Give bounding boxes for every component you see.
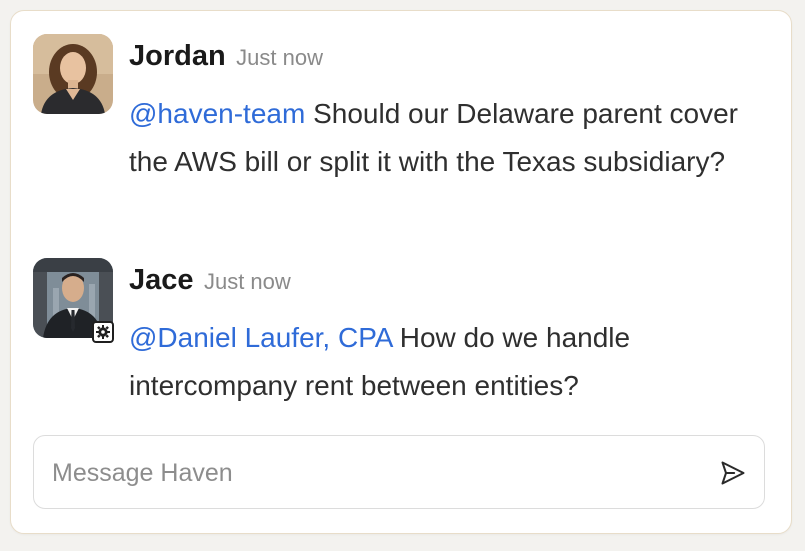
gear-icon [92,321,114,343]
send-icon [721,461,745,485]
author-name[interactable]: Jace [129,264,194,296]
timestamp: Just now [236,45,323,70]
message-body: @haven-team Should our Delaware parent c… [129,90,769,186]
chat-panel: Jordan Just now @haven-team Should our D… [10,10,792,534]
avatar-jordan[interactable] [33,34,113,114]
timestamp: Just now [203,269,291,294]
message-header: Jordan Just now [129,40,323,73]
message-composer [33,435,765,509]
send-button[interactable] [716,456,750,490]
message-input[interactable] [50,454,704,492]
author-name[interactable]: Jordan [129,40,226,72]
message-body: @Daniel Laufer, CPA How do we handle int… [129,314,769,410]
mention-link[interactable]: @Daniel Laufer, CPA [129,322,392,353]
message-header: Jace Just now [129,264,291,297]
person-photo-icon [33,34,113,114]
mention-link[interactable]: @haven-team [129,98,305,129]
